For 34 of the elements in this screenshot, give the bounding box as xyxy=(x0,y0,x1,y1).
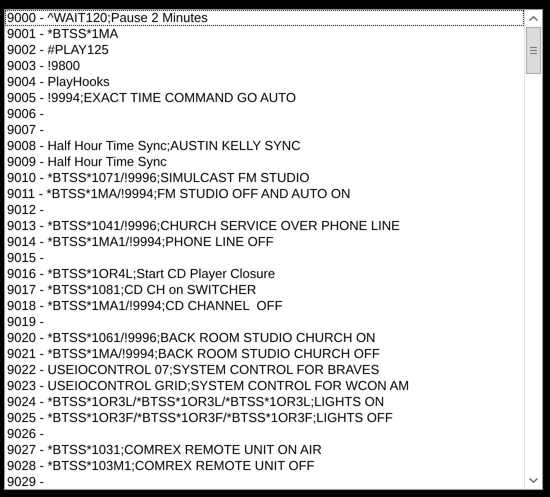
chevron-down-icon xyxy=(529,478,538,483)
list-item[interactable]: 9001 - *BTSS*1MA xyxy=(5,26,524,42)
list-item[interactable]: 9003 - !9800 xyxy=(5,58,524,74)
list-item[interactable]: 9020 - *BTSS*1061/!9996;BACK ROOM STUDIO CHURCH ON xyxy=(5,330,524,346)
list-item[interactable]: 9029 - xyxy=(5,474,524,489)
list-item[interactable]: 9028 - *BTSS*103M1;COMREX REMOTE UNIT OFF xyxy=(5,458,524,474)
list-item[interactable]: 9023 - USEIOCONTROL GRID;SYSTEM CONTROL FOR WCON AM xyxy=(5,378,524,394)
list-item[interactable]: 9002 - #PLAY125 xyxy=(5,42,524,58)
list-item[interactable]: 9014 - *BTSS*1MA1/!9994;PHONE LINE OFF xyxy=(5,234,524,250)
list-item[interactable]: 9008 - Half Hour Time Sync;AUSTIN KELLY SYNC xyxy=(5,138,524,154)
list-item[interactable]: 9007 - xyxy=(5,122,524,138)
list-item[interactable]: 9013 - *BTSS*1041/!9996;CHURCH SERVICE OVER PHONE LINE xyxy=(5,218,524,234)
list-item[interactable]: 9009 - Half Hour Time Sync xyxy=(5,154,524,170)
list-item[interactable]: 9011 - *BTSS*1MA/!9994;FM STUDIO OFF AND AUTO ON xyxy=(5,186,524,202)
list-item[interactable]: 9021 - *BTSS*1MA/!9994;BACK ROOM STUDIO CHURCH OFF xyxy=(5,346,524,362)
list-item[interactable]: 9006 - xyxy=(5,106,524,122)
list-item[interactable]: 9022 - USEIOCONTROL 07;SYSTEM CONTROL FOR BRAVES xyxy=(5,362,524,378)
list-item[interactable]: 9018 - *BTSS*1MA1/!9994;CD CHANNEL OFF xyxy=(5,298,524,314)
list-item[interactable]: 9010 - *BTSS*1071/!9996;SIMULCAST FM STUDIO xyxy=(5,170,524,186)
list-item[interactable]: 9026 - xyxy=(5,426,524,442)
list-item[interactable]: 9027 - *BTSS*1031;COMREX REMOTE UNIT ON AIR xyxy=(5,442,524,458)
list-item[interactable]: 9015 - xyxy=(5,250,524,266)
list-item[interactable]: 9024 - *BTSS*1OR3L/*BTSS*1OR3L/*BTSS*1OR3L;LIGHTS ON xyxy=(5,394,524,410)
chevron-up-icon xyxy=(529,16,538,21)
list-item[interactable]: 9012 - xyxy=(5,202,524,218)
list-item[interactable]: 9000 - ^WAIT120;Pause 2 Minutes xyxy=(5,10,524,26)
list-item[interactable]: 9016 - *BTSS*1OR4L;Start CD Player Closure xyxy=(5,266,524,282)
list-item[interactable]: 9025 - *BTSS*1OR3F/*BTSS*1OR3F/*BTSS*1OR3F;LIGHTS OFF xyxy=(5,410,524,426)
scroll-thumb[interactable] xyxy=(526,27,541,74)
list-item[interactable]: 9005 - !9994;EXACT TIME COMMAND GO AUTO xyxy=(5,90,524,106)
list-item[interactable]: 9004 - PlayHooks xyxy=(5,74,524,90)
list-item[interactable]: 9019 - xyxy=(5,314,524,330)
grip-icon xyxy=(530,47,537,54)
list-item[interactable]: 9017 - *BTSS*1081;CD CH on SWITCHER xyxy=(5,282,524,298)
